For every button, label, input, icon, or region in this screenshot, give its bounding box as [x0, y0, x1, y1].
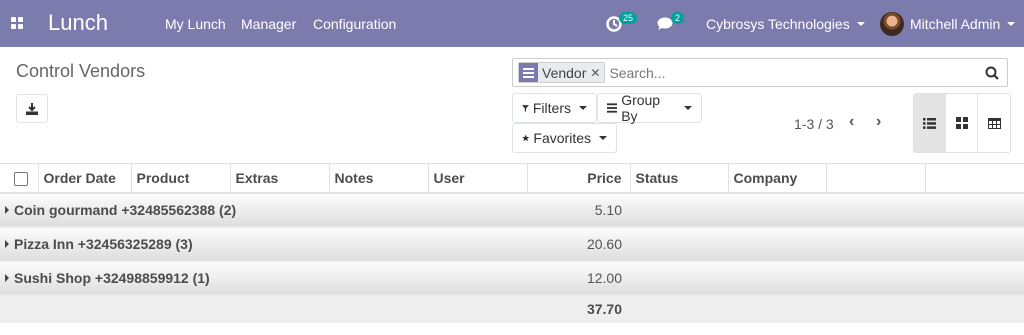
chevron-down-icon: [684, 106, 692, 110]
table-footer: 37.70: [0, 294, 1024, 323]
avatar: [880, 11, 904, 36]
groupby-icon: [607, 103, 618, 113]
page-title: Control Vendors: [16, 61, 146, 81]
view-switcher: [913, 93, 1011, 153]
company-name: Cybrosys Technologies: [706, 15, 850, 32]
top-navbar: Lunch My Lunch Manager Configuration 25 …: [0, 0, 1024, 47]
facet-label: Vendor: [542, 64, 587, 81]
close-icon[interactable]: ✕: [590, 66, 600, 80]
caret-right-icon: [5, 205, 9, 214]
groupby-label: Group By: [621, 92, 661, 124]
search-icon[interactable]: [981, 62, 1003, 84]
column-price[interactable]: Price: [526, 163, 630, 194]
chevron-down-icon: [599, 136, 607, 140]
star-icon: [522, 134, 530, 142]
favorites-button[interactable]: Favorites: [512, 123, 617, 153]
group-row[interactable]: Coin gourmand +32485562388 (2) 5.10: [0, 192, 1024, 227]
favorites-label: Favorites: [533, 130, 591, 146]
group-price: 12.00: [527, 260, 630, 295]
pivot-view-button[interactable]: [978, 94, 1010, 152]
pivot-view-icon: [987, 117, 1001, 129]
vendors-table: Order Date Product Extras Notes User Pri…: [0, 163, 1024, 323]
app-name[interactable]: Lunch: [48, 10, 108, 36]
group-price: 5.10: [527, 192, 630, 227]
menu-manager[interactable]: Manager: [241, 16, 296, 32]
pager-next-icon[interactable]: ›: [876, 113, 881, 131]
filter-icon: [522, 104, 529, 112]
column-order-date[interactable]: Order Date: [37, 163, 131, 194]
download-button[interactable]: [16, 94, 48, 123]
user-name: Mitchell Admin: [910, 15, 1001, 32]
chevron-down-icon: [856, 21, 865, 26]
menu-configuration[interactable]: Configuration: [313, 16, 396, 32]
chevron-down-icon: [1007, 21, 1016, 26]
apps-icon[interactable]: [11, 17, 23, 29]
group-label: Pizza Inn +32456325289 (3): [14, 235, 193, 252]
search-facet[interactable]: Vendor ✕: [518, 62, 606, 83]
messages-badge: 2: [671, 11, 685, 24]
filters-label: Filters: [532, 100, 571, 116]
search-input[interactable]: [609, 64, 981, 81]
column-empty: [924, 163, 1024, 194]
column-extras[interactable]: Extras: [229, 163, 329, 194]
column-status[interactable]: Status: [629, 163, 728, 194]
menu-my-lunch[interactable]: My Lunch: [165, 16, 226, 32]
groupby-button[interactable]: Group By: [597, 92, 702, 124]
table-header: Order Date Product Extras Notes User Pri…: [0, 163, 1024, 194]
select-all-checkbox[interactable]: [0, 163, 38, 194]
group-label: Sushi Shop +32498859912 (1): [14, 269, 210, 286]
price-total: 37.70: [527, 294, 630, 323]
list-view-button[interactable]: [914, 94, 946, 152]
messages-button[interactable]: 2: [657, 0, 687, 47]
kanban-view-icon: [955, 117, 968, 129]
groupby-facet-icon: [519, 63, 538, 82]
filters-button[interactable]: Filters: [512, 93, 597, 123]
pager-previous-icon[interactable]: ‹: [849, 113, 854, 131]
column-product[interactable]: Product: [130, 163, 230, 194]
group-row[interactable]: Pizza Inn +32456325289 (3) 20.60: [0, 226, 1024, 261]
search-bar: Vendor ✕: [512, 58, 1008, 87]
group-price: 20.60: [527, 226, 630, 261]
pager-value[interactable]: 1-3 / 3: [794, 116, 834, 132]
user-menu[interactable]: Mitchell Admin: [880, 0, 1016, 47]
column-user[interactable]: User: [427, 163, 527, 194]
caret-right-icon: [5, 239, 9, 248]
group-row[interactable]: Sushi Shop +32498859912 (1) 12.00: [0, 260, 1024, 295]
activity-badge: 25: [619, 11, 638, 24]
list-view-icon: [923, 117, 936, 129]
caret-right-icon: [5, 273, 9, 282]
download-icon: [26, 102, 38, 115]
kanban-view-button[interactable]: [946, 94, 978, 152]
group-label: Coin gourmand +32485562388 (2): [14, 201, 237, 218]
column-notes[interactable]: Notes: [328, 163, 428, 194]
column-empty: [825, 163, 925, 194]
column-company[interactable]: Company: [727, 163, 826, 194]
company-switcher[interactable]: Cybrosys Technologies: [706, 0, 865, 47]
chevron-down-icon: [579, 106, 587, 110]
activity-button[interactable]: 25: [606, 0, 640, 47]
